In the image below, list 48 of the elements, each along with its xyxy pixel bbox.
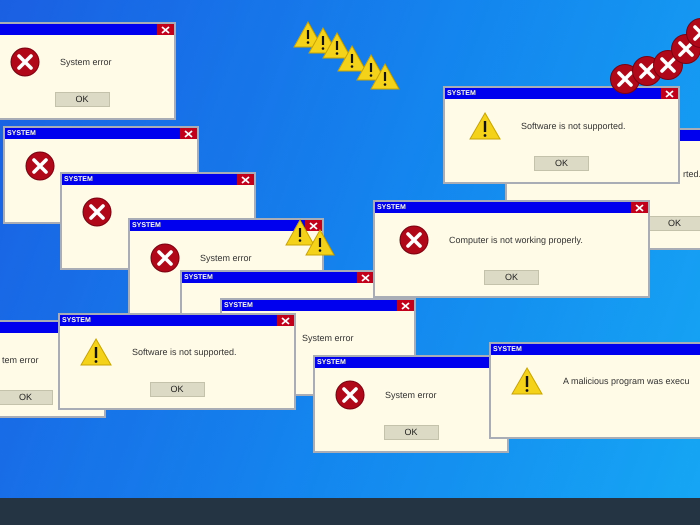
warning-icon	[337, 44, 367, 72]
close-icon	[401, 302, 410, 310]
ok-button[interactable]: OK	[484, 270, 539, 284]
close-button[interactable]	[277, 315, 294, 326]
error-icon	[25, 150, 55, 180]
warning-icon	[469, 112, 501, 140]
error-icon	[335, 380, 365, 410]
close-icon	[361, 274, 370, 282]
close-icon	[161, 26, 170, 34]
close-button[interactable]	[397, 300, 414, 311]
ok-button[interactable]: OK	[54, 92, 110, 106]
error-message: System error	[385, 390, 437, 400]
error-message: System error	[200, 252, 252, 262]
close-icon	[184, 130, 193, 138]
close-icon	[665, 90, 674, 98]
warning-icon	[305, 228, 335, 256]
close-icon	[241, 176, 250, 184]
close-button[interactable]	[631, 202, 648, 213]
warning-icon	[285, 218, 315, 246]
close-icon	[635, 204, 644, 212]
ok-button[interactable]: OK	[0, 390, 53, 404]
error-message: Software is not supported.	[132, 347, 237, 358]
ok-button[interactable]: OK	[647, 216, 700, 230]
error-message: A malicious program was execu	[563, 376, 690, 386]
error-icon	[82, 196, 112, 226]
error-icon	[10, 46, 40, 76]
error-icon	[399, 224, 429, 254]
error-message: Software is not supported.	[521, 120, 626, 130]
ok-button[interactable]: OK	[534, 156, 589, 170]
ok-button[interactable]: OK	[384, 424, 438, 440]
close-button[interactable]	[305, 220, 322, 231]
close-button[interactable]	[157, 24, 174, 35]
ok-button[interactable]: OK	[150, 382, 204, 397]
error-icon	[150, 242, 180, 272]
error-message: System error	[302, 332, 354, 342]
warning-icon	[370, 62, 400, 90]
error-message: System error	[60, 56, 112, 66]
close-button[interactable]	[180, 128, 197, 139]
close-icon	[281, 316, 290, 324]
close-button[interactable]	[237, 174, 254, 185]
close-icon	[309, 222, 318, 230]
warning-icon	[511, 367, 543, 396]
warning-icon	[80, 338, 112, 366]
error-message: rted.	[683, 168, 700, 178]
error-message: Computer is not working properly.	[449, 234, 583, 244]
close-button[interactable]	[357, 272, 374, 283]
close-button[interactable]	[661, 88, 678, 99]
error-message: tem error	[2, 354, 39, 364]
